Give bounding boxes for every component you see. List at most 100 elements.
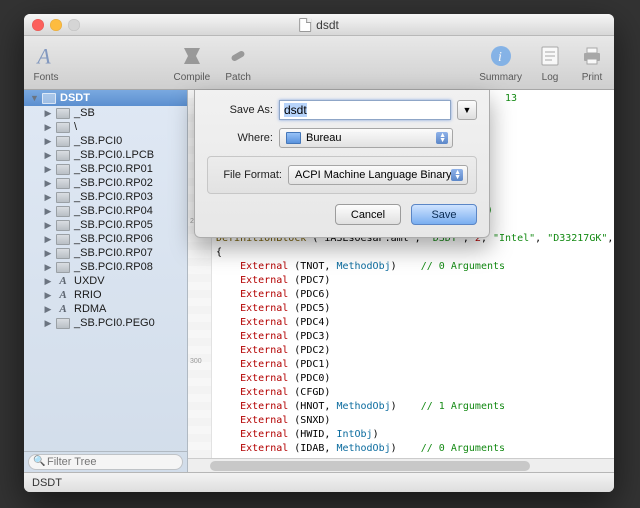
- search-icon: 🔍: [33, 456, 45, 467]
- format-popup[interactable]: ACPI Machine Language Binary ▲▼: [288, 165, 468, 185]
- folder-icon: [56, 192, 70, 203]
- tree-row[interactable]: ▶_SB.PCI0.RP08: [24, 260, 187, 274]
- tree-item-label: _SB.PCI0: [74, 135, 122, 147]
- tree-row[interactable]: ▶\: [24, 120, 187, 134]
- button-label: Save: [431, 209, 456, 221]
- toolbar: A Fonts Compile Patch i Summary Log: [24, 36, 614, 90]
- tree-row[interactable]: ▶_SB.PCI0.RP05: [24, 218, 187, 232]
- svg-text:A: A: [35, 45, 51, 69]
- toolbar-left: A Fonts: [32, 42, 60, 83]
- tree-row[interactable]: ▶ _SB.PCI0.RP01: [24, 162, 187, 176]
- print-button[interactable]: Print: [578, 42, 606, 83]
- tree[interactable]: ▼ DSDT ▶_SB▶\▶_SB.PCI0▶_SB.PCI0.LPCB▶_SB…: [24, 90, 187, 451]
- zoom-icon[interactable]: [68, 19, 80, 31]
- folder-icon: [56, 220, 70, 231]
- tree-row[interactable]: ▶ARDMA: [24, 302, 187, 316]
- compile-button[interactable]: Compile: [174, 42, 211, 83]
- chevron-right-icon[interactable]: ▶: [44, 122, 52, 133]
- close-icon[interactable]: [32, 19, 44, 31]
- chevron-right-icon[interactable]: ▶: [44, 248, 52, 259]
- scrollbar-thumb[interactable]: [210, 461, 530, 471]
- folder-icon: [56, 318, 70, 329]
- folder-icon: [56, 248, 70, 259]
- chevron-right-icon[interactable]: ▶: [44, 150, 52, 161]
- tree-row[interactable]: ▶ A UXDV: [24, 274, 187, 288]
- format-group: File Format: ACPI Machine Language Binar…: [207, 156, 477, 194]
- folder-icon: [56, 164, 70, 175]
- toolbar-label: Print: [582, 72, 603, 83]
- tree-row[interactable]: ▶ _SB: [24, 106, 187, 120]
- chevron-down-icon: ▼: [463, 105, 472, 115]
- window-title: dsdt: [299, 18, 339, 32]
- titlebar: dsdt: [24, 14, 614, 36]
- ruler-mark: 300: [190, 358, 202, 365]
- tree-row[interactable]: ▶ _SB.PCI0.RP02: [24, 176, 187, 190]
- tree-item-label: RRIO: [74, 289, 102, 301]
- tree-item-label: _SB.PCI0.RP07: [74, 247, 153, 259]
- method-icon: A: [56, 275, 70, 287]
- fonts-icon: A: [32, 42, 60, 70]
- patch-button[interactable]: Patch: [224, 42, 252, 83]
- statusbar: DSDT: [24, 472, 614, 492]
- tree-item-label: _SB.PCI0.RP01: [74, 163, 153, 175]
- status-text: DSDT: [32, 477, 62, 489]
- save-button[interactable]: Save: [411, 204, 477, 225]
- tree-item-label: _SB.PCI0.RP03: [74, 191, 153, 203]
- tree-row[interactable]: ▶_SB.PCI0.RP04: [24, 204, 187, 218]
- chevron-right-icon[interactable]: ▶: [44, 164, 52, 175]
- chevron-right-icon[interactable]: ▶: [44, 136, 52, 147]
- folder-icon: [56, 150, 70, 161]
- folder-icon: [56, 122, 70, 133]
- tree-root[interactable]: ▼ DSDT: [24, 90, 187, 106]
- tree-item-label: UXDV: [74, 275, 105, 287]
- toolbar-label: Compile: [174, 72, 211, 83]
- toolbar-label: Patch: [225, 72, 251, 83]
- saveas-input[interactable]: dsdt: [279, 100, 451, 120]
- log-icon: [536, 42, 564, 70]
- chevron-right-icon[interactable]: ▶: [44, 178, 52, 189]
- tree-row[interactable]: ▶ _SB.PCI0.PEG0: [24, 316, 187, 330]
- where-popup[interactable]: Bureau ▲▼: [279, 128, 453, 148]
- expand-button[interactable]: ▼: [457, 100, 477, 120]
- svg-text:i: i: [498, 50, 502, 65]
- tree-item-label: _SB.PCI0.PEG0: [74, 317, 155, 329]
- filter-input[interactable]: [28, 454, 183, 470]
- toolbar-label: Fonts: [33, 72, 58, 83]
- fonts-button[interactable]: A Fonts: [32, 42, 60, 83]
- chevron-right-icon[interactable]: ▶: [44, 220, 52, 231]
- log-button[interactable]: Log: [536, 42, 564, 83]
- horizontal-scrollbar[interactable]: [188, 458, 614, 472]
- format-label: File Format:: [216, 169, 288, 181]
- chevron-right-icon[interactable]: ▶: [44, 206, 52, 217]
- updown-icon: ▲▼: [439, 133, 446, 143]
- chevron-right-icon[interactable]: ▶: [44, 108, 52, 119]
- cancel-button[interactable]: Cancel: [335, 204, 401, 225]
- filter-bar: 🔍: [24, 451, 187, 472]
- toolbar-center: Compile Patch: [174, 42, 253, 83]
- tree-item-label: _SB.PCI0.RP02: [74, 177, 153, 189]
- sidebar: ▼ DSDT ▶_SB▶\▶_SB.PCI0▶_SB.PCI0.LPCB▶_SB…: [24, 90, 188, 472]
- format-value: ACPI Machine Language Binary: [295, 169, 452, 181]
- tree-item-label: _SB: [74, 107, 95, 119]
- tree-row[interactable]: ▶ _SB.PCI0.RP03: [24, 190, 187, 204]
- tree-row[interactable]: ▶_SB.PCI0.RP06: [24, 232, 187, 246]
- chevron-right-icon[interactable]: ▶: [44, 304, 52, 315]
- chevron-right-icon[interactable]: ▶: [44, 318, 52, 329]
- tree-row[interactable]: ▶ _SB.PCI0.RP07: [24, 246, 187, 260]
- save-sheet: Save As: dsdt ▼ Where: Bureau ▲▼ File Fo…: [194, 90, 490, 238]
- print-icon: [578, 42, 606, 70]
- chevron-right-icon[interactable]: ▶: [44, 234, 52, 245]
- chevron-right-icon[interactable]: ▶: [44, 262, 52, 273]
- chevron-right-icon[interactable]: ▶: [44, 276, 52, 287]
- tree-row[interactable]: ▶_SB.PCI0.LPCB: [24, 148, 187, 162]
- tree-row[interactable]: ▶ _SB.PCI0: [24, 134, 187, 148]
- patch-icon: [224, 42, 252, 70]
- minimize-icon[interactable]: [50, 19, 62, 31]
- summary-button[interactable]: i Summary: [479, 42, 522, 83]
- chevron-right-icon[interactable]: ▶: [44, 290, 52, 301]
- where-value: Bureau: [306, 132, 341, 144]
- chevron-down-icon[interactable]: ▼: [30, 93, 38, 103]
- tree-row[interactable]: ▶ARRIO: [24, 288, 187, 302]
- chevron-right-icon[interactable]: ▶: [44, 192, 52, 203]
- toolbar-right: i Summary Log Print: [479, 42, 606, 83]
